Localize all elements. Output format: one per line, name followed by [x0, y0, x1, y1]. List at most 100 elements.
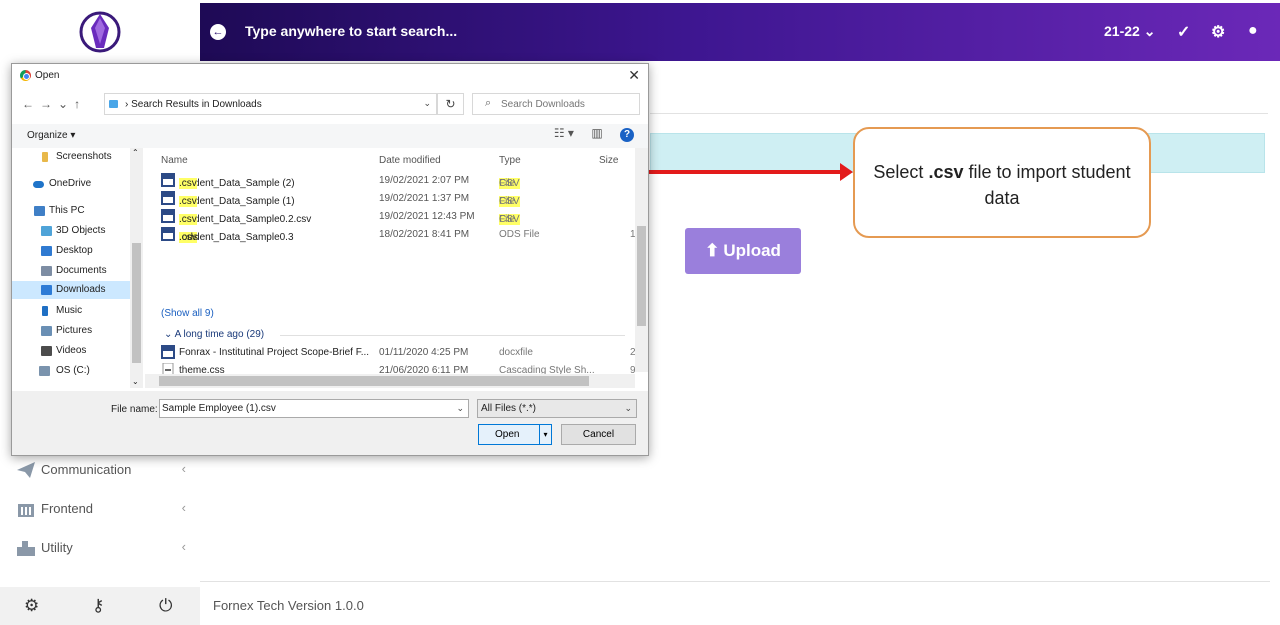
nav-item-onedrive[interactable]: OneDrive: [12, 175, 130, 193]
cloud-icon: [33, 181, 44, 188]
key-icon[interactable]: ⚷: [92, 596, 104, 616]
file-date: 19/02/2021 12:43 PM: [379, 211, 475, 222]
file-name-input[interactable]: Sample Employee (1).csv ⌄: [159, 399, 469, 418]
cogs-icon[interactable]: ⚙: [24, 596, 39, 616]
address-bar[interactable]: › Search Results in Downloads ⌄: [104, 93, 437, 115]
file-group-header[interactable]: ⌄ A long time ago (29): [150, 329, 635, 343]
column-header-size[interactable]: Size: [599, 155, 618, 166]
close-icon[interactable]: ✕: [628, 67, 640, 84]
nav-item-music[interactable]: Music: [12, 302, 130, 320]
nav-item-documents[interactable]: Documents: [12, 262, 130, 280]
group-label-text: A long time ago (29): [174, 329, 265, 340]
forward-arrow-icon[interactable]: →: [40, 97, 58, 111]
sidebar-item-communication[interactable]: Communication ‹: [16, 459, 188, 481]
file-type-select[interactable]: All Files (*.*) ⌄: [477, 399, 637, 418]
view-options-icon[interactable]: ☷ ▾: [554, 126, 574, 140]
scroll-up-icon[interactable]: ⌃: [132, 148, 139, 157]
up-arrow-icon[interactable]: ↑: [74, 97, 86, 111]
help-icon[interactable]: ?: [620, 128, 634, 142]
nav-item-desktop[interactable]: Desktop: [12, 242, 130, 260]
spreadsheet-file-icon: [161, 227, 175, 241]
file-ext-highlight: .csv: [179, 178, 197, 189]
nav-item-os-c[interactable]: OS (C:): [12, 362, 130, 380]
folder-icon: [42, 152, 48, 162]
column-header-type[interactable]: Type: [499, 155, 521, 166]
file-date: 19/02/2021 1:37 PM: [379, 193, 470, 204]
sidebar-item-utility[interactable]: Utility ‹: [16, 537, 188, 559]
nav-item-pictures[interactable]: Pictures: [12, 322, 130, 340]
puzzle-icon: [17, 541, 35, 556]
scroll-thumb[interactable]: [159, 376, 589, 386]
callout-bold: .csv: [928, 162, 964, 182]
arrow-left-circle-icon[interactable]: ←: [210, 24, 226, 40]
column-header-date[interactable]: Date modified: [379, 155, 441, 166]
scroll-thumb[interactable]: [132, 243, 141, 363]
power-icon[interactable]: ⏻: [159, 596, 172, 616]
dialog-search-input[interactable]: [501, 97, 636, 112]
sidebar-item-frontend[interactable]: Frontend ‹: [16, 498, 188, 520]
nav-item-3d-objects[interactable]: 3D Objects: [12, 222, 130, 240]
scroll-thumb[interactable]: [637, 226, 646, 326]
chevron-down-icon[interactable]: ⌄: [456, 400, 464, 417]
session-selector[interactable]: 21-22 ⌄: [1104, 23, 1155, 40]
file-date: 19/02/2021 2:07 PM: [379, 175, 470, 186]
user-icon[interactable]: ●: [1248, 22, 1258, 40]
file-row[interactable]: theme.css 21/06/2020 6:11 PM Cascading S…: [150, 362, 635, 374]
file-name-base: Student_Data_Sample0.2.csv: [179, 214, 312, 225]
file-ext-highlight: .csv: [179, 214, 197, 225]
chrome-icon: [20, 70, 31, 81]
preview-pane-icon[interactable]: ▥: [591, 126, 602, 140]
file-row[interactable]: Student_Data_Sample (1) .csv 19/02/2021 1…: [150, 190, 635, 208]
scroll-down-icon[interactable]: ⌄: [132, 377, 139, 386]
upload-button[interactable]: ⬆ Upload: [685, 228, 801, 274]
recent-chevron-icon[interactable]: ⌄: [58, 97, 74, 111]
chevron-down-icon[interactable]: ⌄: [423, 98, 431, 109]
refresh-button[interactable]: ↻: [437, 93, 464, 115]
dialog-bottom-area: File name: Sample Employee (1).csv ⌄ All…: [12, 391, 648, 455]
cogs-icon[interactable]: ⚙: [1211, 22, 1225, 42]
open-button[interactable]: Open ▾: [478, 424, 552, 445]
file-type-rest: File: [499, 178, 516, 189]
building-icon: [18, 504, 34, 517]
dialog-title: Open: [35, 70, 60, 81]
file-row[interactable]: Student_Data_Sample0.2.csv .csv 19/02/202…: [150, 208, 635, 226]
callout-box: Select .csv file to import student data: [853, 127, 1151, 238]
group-divider: [280, 335, 625, 336]
cancel-button[interactable]: Cancel: [561, 424, 636, 445]
nav-item-label: Screenshots: [56, 151, 112, 162]
group-label: ⌄ A long time ago (29): [164, 329, 265, 340]
drive-icon: [39, 366, 50, 376]
file-row[interactable]: Student_Data_Sample (2) .csv 19/02/2021 2…: [150, 172, 635, 190]
file-list-scrollbar[interactable]: [635, 148, 648, 372]
nav-item-this-pc[interactable]: This PC: [12, 202, 130, 220]
file-list: Name Date modified Type Size Student_Dat…: [150, 148, 635, 374]
global-search-input[interactable]: Type anywhere to start search...: [245, 23, 457, 39]
spreadsheet-file-icon: [161, 191, 175, 205]
file-name-label: File name:: [111, 404, 158, 415]
file-name-value: Sample Employee (1).csv: [162, 403, 276, 414]
back-arrow-icon[interactable]: ←: [22, 97, 40, 111]
file-type-rest: File: [499, 196, 516, 207]
address-text: Search Results in Downloads: [131, 99, 262, 110]
nav-item-downloads[interactable]: Downloads: [12, 281, 130, 299]
toolbar-icons: ☷ ▾ ▥ ?: [554, 126, 634, 142]
nav-item-label: This PC: [49, 205, 85, 216]
check-circle-icon[interactable]: ✓: [1177, 22, 1190, 42]
organize-menu[interactable]: Organize ▾: [27, 130, 75, 141]
file-type: ODS File: [499, 229, 540, 240]
navigation-buttons: ←→⌄↑: [22, 97, 86, 111]
dialog-search[interactable]: ⌕: [472, 93, 640, 115]
app-logo[interactable]: [78, 8, 122, 56]
dropdown-arrow-icon[interactable]: ▾: [539, 425, 551, 444]
nav-item-label: 3D Objects: [56, 225, 106, 236]
file-list-hscrollbar[interactable]: [145, 374, 635, 388]
file-ext-tail: .ods: [179, 232, 198, 243]
navigation-scrollbar[interactable]: ⌃ ⌄: [130, 148, 143, 388]
file-ext-highlight: .csv: [179, 196, 197, 207]
show-all-link[interactable]: (Show all 9): [161, 308, 214, 319]
file-row[interactable]: Fonrax - Institutinal Project Scope-Brie…: [150, 344, 635, 362]
nav-item-screenshots[interactable]: Screenshots: [12, 148, 130, 166]
file-row[interactable]: Student_Data_Sample0.3 .csv .ods 18/02/202…: [150, 226, 635, 244]
column-header-name[interactable]: Name: [161, 155, 188, 166]
nav-item-videos[interactable]: Videos: [12, 342, 130, 360]
